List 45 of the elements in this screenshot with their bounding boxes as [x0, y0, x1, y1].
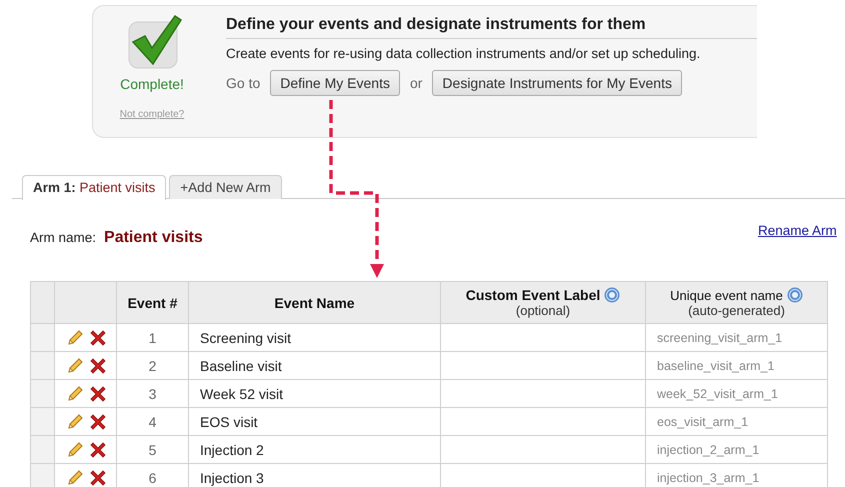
column-title: Custom Event Label: [466, 287, 600, 303]
delete-icon: [90, 414, 106, 430]
table-cell: Injection 2: [188, 436, 440, 464]
table-cell: 2: [116, 352, 188, 380]
status-label: Complete!: [120, 76, 184, 92]
pencil-icon: [66, 468, 84, 486]
table-cell: Week 52 visit: [188, 380, 440, 408]
column-title: Event #: [128, 294, 178, 310]
column-subtitle: (optional): [514, 303, 572, 318]
pencil-icon: [66, 328, 84, 346]
table-cell: 3: [116, 380, 188, 408]
table-cell: injection_2_arm_1: [646, 436, 828, 464]
table-cell: screening_visit_arm_1: [646, 324, 828, 352]
delete-icon: [90, 386, 106, 402]
table-cell: Screening visit: [188, 324, 440, 352]
tab[interactable]: +Add New Arm: [169, 175, 282, 199]
pencil-icon: [66, 384, 84, 402]
column-title: Unique event name: [670, 288, 783, 302]
table-cell: baseline_visit_arm_1: [646, 352, 828, 380]
column-title: Event Name: [274, 294, 355, 310]
step-description: Create events for re-using data collection instruments and/or set up scheduling.: [226, 46, 702, 61]
pencil-icon: [66, 356, 84, 374]
table-cell: 4: [116, 408, 188, 436]
or-label: or: [410, 75, 422, 91]
table-cell: 1: [116, 324, 188, 352]
rename-arm-link[interactable]: Rename Arm: [758, 223, 845, 238]
delete-icon: [90, 442, 106, 458]
table-cell: Baseline visit: [188, 352, 440, 380]
delete-icon: [90, 470, 106, 486]
goto-label: Go to: [226, 75, 260, 91]
delete-icon: [90, 358, 106, 374]
table-cell: week_52_visit_arm_1: [646, 380, 828, 408]
step-title: Define your events and designate instruments for them: [226, 16, 757, 39]
pencil-icon: [66, 412, 84, 430]
table-cell: eos_visit_arm_1: [646, 408, 828, 436]
pencil-icon: [66, 440, 84, 458]
arm-name-label: Arm name:: [30, 230, 96, 245]
define-events-button[interactable]: Define My Events: [270, 70, 400, 96]
table-cell: 5: [116, 436, 188, 464]
table-cell: EOS visit: [188, 408, 440, 436]
delete-icon: [90, 330, 106, 346]
designate-instruments-button[interactable]: Designate Instruments for My Events: [432, 70, 682, 96]
arm-name-value: Patient visits: [104, 229, 203, 246]
column-subtitle: (auto-generated): [687, 303, 786, 318]
tab[interactable]: Arm 1: Patient visits: [22, 175, 166, 200]
